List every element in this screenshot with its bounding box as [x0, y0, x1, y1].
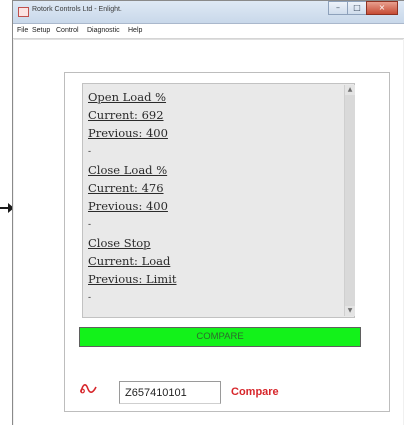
menu-control[interactable]: Control — [56, 27, 79, 34]
menu-setup[interactable]: Setup — [32, 27, 50, 34]
readout-separator: - — [88, 147, 92, 157]
client-area: Open Load % Current: 692 Previous: 400 -… — [14, 39, 403, 427]
scroll-up-icon[interactable]: ▲ — [345, 85, 355, 95]
menu-bar: File Setup Control Diagnostic Help — [13, 24, 404, 39]
readout-line-close-previous: Previous: 400 — [88, 199, 168, 213]
close-button[interactable]: × — [366, 1, 398, 15]
maximize-button[interactable]: □ — [347, 1, 367, 15]
scroll-down-icon[interactable]: ▼ — [345, 306, 355, 316]
app-icon — [18, 7, 29, 17]
compare-status-bar[interactable]: COMPARE — [79, 327, 361, 347]
readout-line-close-stop-heading: Close Stop — [88, 236, 151, 250]
menu-diagnostic[interactable]: Diagnostic — [87, 27, 120, 34]
readout-line-open-load-heading: Open Load % — [88, 90, 167, 104]
readout-line-stop-previous: Previous: Limit — [88, 272, 177, 286]
readout-line-open-previous: Previous: 400 — [88, 126, 168, 140]
readout-line-close-current: Current: 476 — [88, 181, 164, 195]
signal-wave-icon[interactable] — [80, 381, 98, 395]
minimize-button[interactable]: – — [328, 1, 348, 15]
compare-panel: Open Load % Current: 692 Previous: 400 -… — [64, 72, 390, 412]
menu-file[interactable]: File — [17, 27, 28, 34]
window-title: Rotork Controls Ltd - Enlight. — [32, 6, 122, 13]
serial-number-field[interactable]: Z657410101 — [119, 381, 221, 404]
readout-line-stop-current: Current: Load — [88, 254, 171, 268]
readout-separator: - — [88, 293, 92, 303]
title-bar[interactable]: Rotork Controls Ltd - Enlight. – □ × — [13, 1, 404, 24]
app-window: Rotork Controls Ltd - Enlight. – □ × Fil… — [12, 0, 404, 427]
readout-line-close-load-heading: Close Load % — [88, 163, 168, 177]
readout-textarea[interactable]: Open Load % Current: 692 Previous: 400 -… — [82, 83, 355, 318]
readout-separator: - — [88, 220, 92, 230]
vertical-scrollbar[interactable]: ▲ ▼ — [344, 85, 355, 316]
pointer-arrow-line — [0, 207, 8, 209]
compare-link[interactable]: Compare — [231, 386, 279, 398]
window-controls: – □ × — [328, 1, 398, 16]
readout-line-open-current: Current: 692 — [88, 108, 164, 122]
menu-help[interactable]: Help — [128, 27, 142, 34]
